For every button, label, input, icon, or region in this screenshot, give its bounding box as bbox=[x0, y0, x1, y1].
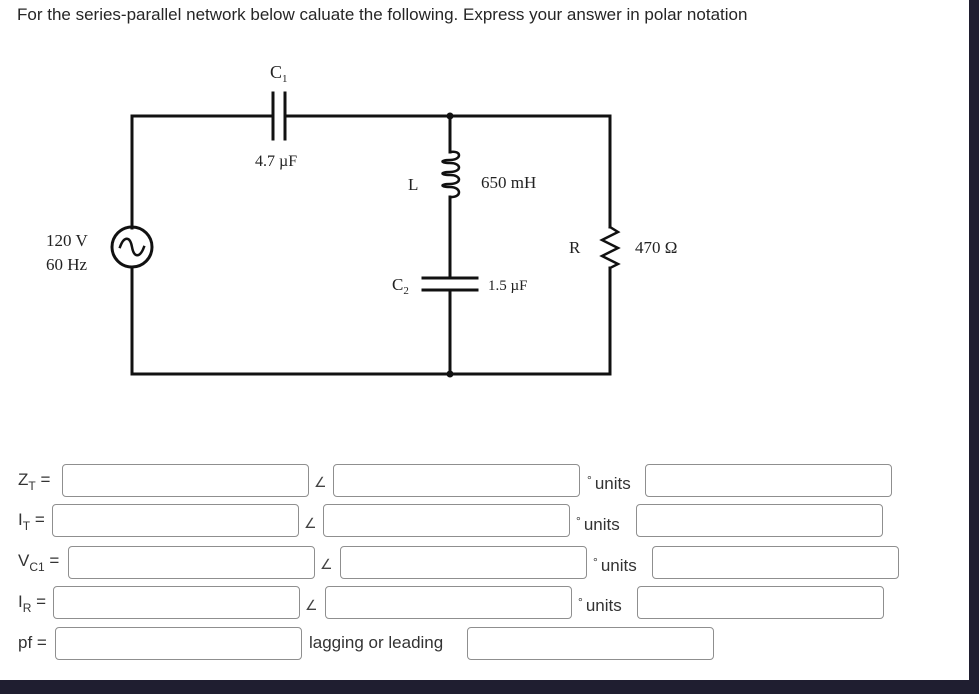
degree-icon: ° bbox=[576, 514, 581, 528]
angle-icon: ∠ bbox=[314, 474, 327, 490]
vc1-units-label: ° units bbox=[593, 555, 637, 575]
vc1-units-input[interactable] bbox=[652, 546, 899, 579]
it-magnitude-input[interactable] bbox=[52, 504, 299, 537]
c2-value: 1.5 µF bbox=[488, 278, 528, 294]
wire-bottom-left bbox=[130, 266, 612, 376]
r-value: 470 Ω bbox=[635, 238, 677, 257]
degree-icon: ° bbox=[593, 555, 598, 569]
it-units-input[interactable] bbox=[636, 504, 883, 537]
c1-name: C1 bbox=[270, 62, 288, 85]
window-frame-right bbox=[969, 0, 979, 694]
window-frame-bottom bbox=[0, 680, 979, 694]
zt-label: ZT = bbox=[18, 470, 51, 493]
pf-label: pf = bbox=[18, 633, 47, 652]
vc1-label: VC1 = bbox=[18, 551, 60, 574]
junction-top bbox=[446, 112, 454, 120]
it-angle-input[interactable] bbox=[323, 504, 570, 537]
it-label: IT = bbox=[18, 510, 45, 533]
c2-name: C2 bbox=[392, 275, 409, 297]
degree-icon: ° bbox=[587, 473, 592, 487]
inductor-coil bbox=[441, 150, 461, 199]
ir-units-label: ° units bbox=[578, 595, 622, 615]
angle-icon: ∠ bbox=[304, 515, 317, 531]
ir-magnitude-input[interactable] bbox=[53, 586, 300, 619]
source-voltage: 120 V bbox=[46, 231, 88, 250]
vc1-angle-input[interactable] bbox=[340, 546, 587, 579]
circuit-diagram: C1 4.7 µF L 650 mH C2 1.5 µF R 470 Ω 120… bbox=[46, 62, 677, 378]
angle-icon: ∠ bbox=[320, 556, 333, 572]
zt-magnitude-input[interactable] bbox=[62, 464, 309, 497]
question-page: For the series-parallel network below ca… bbox=[0, 0, 969, 680]
ir-label: IR = bbox=[18, 592, 47, 615]
lag-lead-input[interactable] bbox=[467, 627, 714, 660]
c1-value: 4.7 µF bbox=[255, 153, 297, 170]
degree-icon: ° bbox=[578, 595, 583, 609]
question-text: For the series-parallel network below ca… bbox=[17, 5, 748, 24]
ir-units-input[interactable] bbox=[637, 586, 884, 619]
zt-units-label: ° units bbox=[587, 473, 631, 493]
vc1-magnitude-input[interactable] bbox=[68, 546, 315, 579]
l-name: L bbox=[408, 175, 418, 194]
ir-angle-input[interactable] bbox=[325, 586, 572, 619]
source-frequency: 60 Hz bbox=[46, 255, 88, 274]
lag-lead-label: lagging or leading bbox=[309, 633, 444, 652]
ac-source-wave bbox=[118, 237, 146, 257]
r-name: R bbox=[569, 238, 581, 257]
angle-icon: ∠ bbox=[305, 597, 318, 613]
resistor-zigzag bbox=[599, 225, 621, 270]
l-value: 650 mH bbox=[481, 173, 536, 192]
zt-angle-input[interactable] bbox=[333, 464, 580, 497]
junction-bottom bbox=[446, 370, 454, 378]
zt-units-input[interactable] bbox=[645, 464, 892, 497]
pf-value-input[interactable] bbox=[55, 627, 302, 660]
it-units-label: ° units bbox=[576, 514, 620, 534]
